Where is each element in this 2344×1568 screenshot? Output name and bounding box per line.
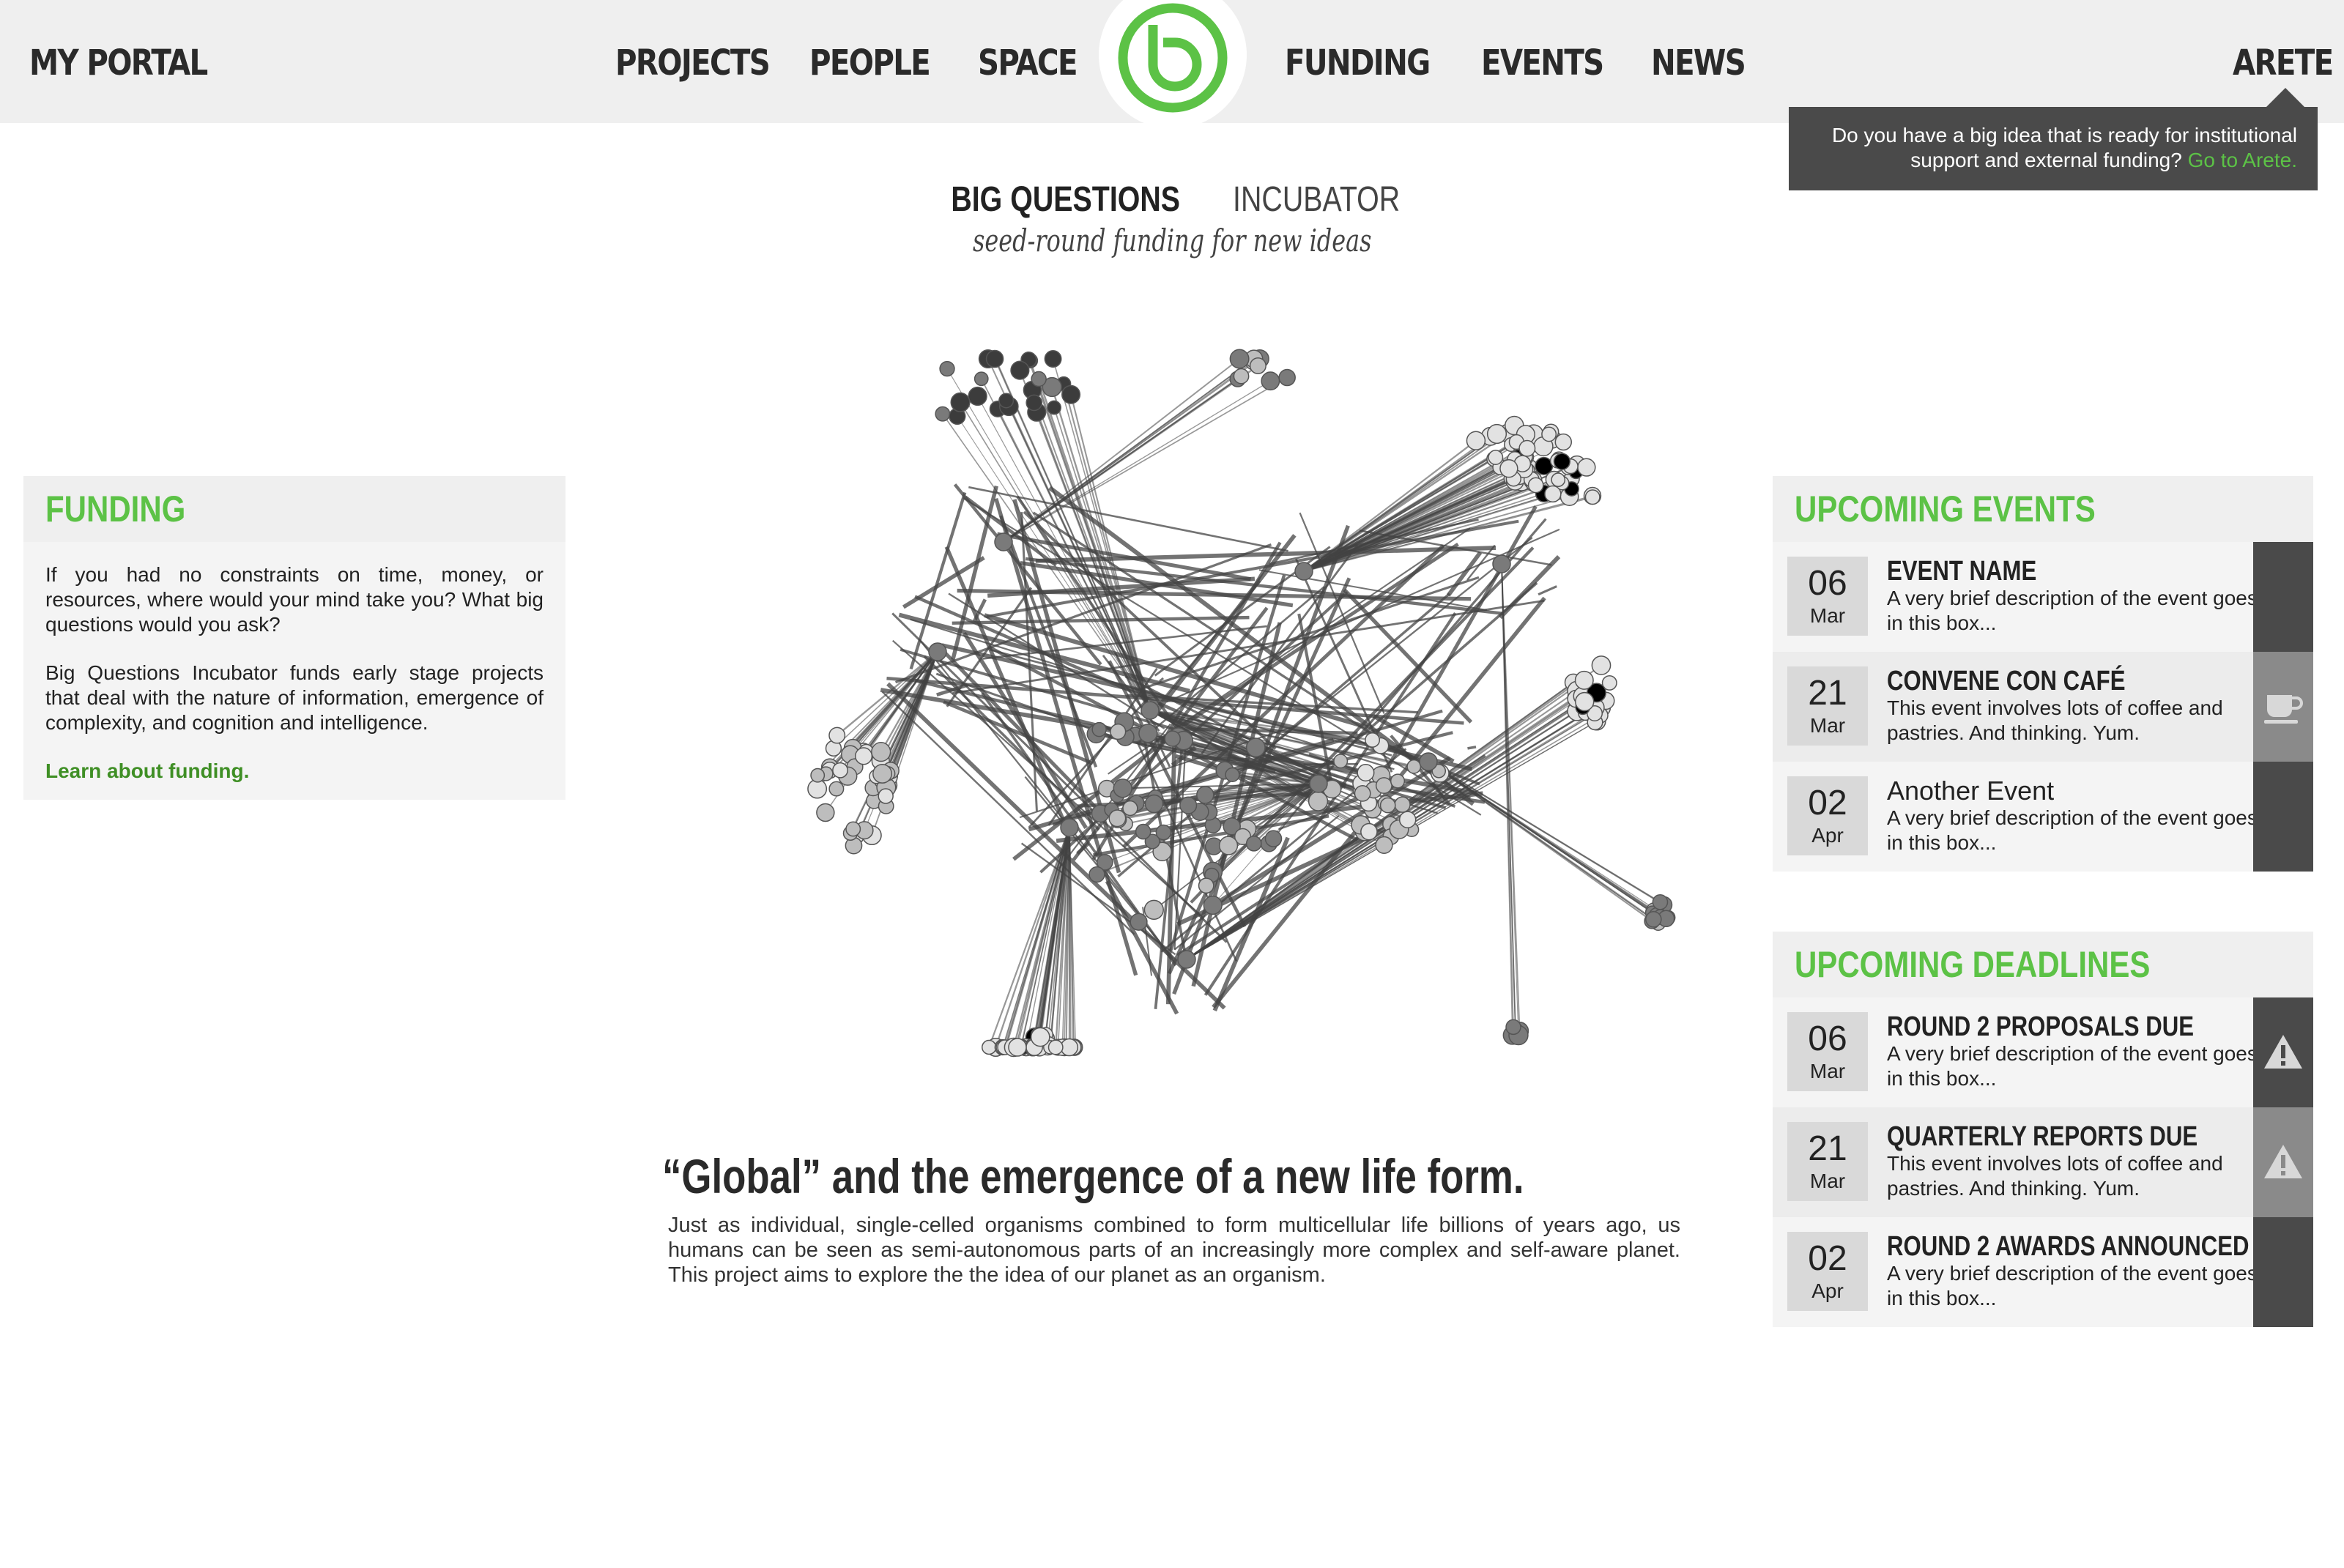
page-title: BIG QUESTIONS INCUBATOR seed-round fundi…	[0, 179, 2344, 261]
nav-funding[interactable]: FUNDING	[1285, 41, 1431, 85]
date-badge: 02 Apr	[1787, 1232, 1868, 1311]
event-description: A very brief description of the event go…	[1887, 587, 2258, 634]
event-side-tab[interactable]	[2253, 762, 2313, 872]
go-to-arete-link[interactable]: Go to Arete.	[2188, 149, 2297, 171]
event-description: A very brief description of the event go…	[1887, 806, 2258, 854]
upcoming-events-panel: UPCOMING EVENTS 06 Mar EVENT NAME A very…	[1773, 476, 2313, 872]
nav-events[interactable]: EVENTS	[1481, 41, 1604, 85]
date-month: Mar	[1809, 604, 1846, 627]
event-side-tab[interactable]	[2253, 542, 2313, 652]
date-day: 02	[1808, 1239, 1847, 1278]
article-body: Just as individual, single-celled organi…	[668, 1214, 1680, 1287]
my-portal-link[interactable]: MY PORTAL	[29, 41, 208, 85]
date-badge: 06 Mar	[1787, 1012, 1868, 1091]
event-title[interactable]: CONVENE CON CAFÉ	[1887, 664, 2125, 699]
deadline-item[interactable]: 06 Mar ROUND 2 PROPOSALS DUE A very brie…	[1773, 997, 2313, 1107]
deadline-item[interactable]: 02 Apr ROUND 2 AWARDS ANNOUNCED A very b…	[1773, 1217, 2313, 1327]
date-badge: 21 Mar	[1787, 1122, 1868, 1201]
deadline-description: This event involves lots of coffee and p…	[1887, 1152, 2223, 1200]
date-month: Apr	[1811, 1279, 1844, 1302]
arete-tooltip: Do you have a big idea that is ready for…	[1789, 107, 2318, 190]
funding-panel: FUNDING If you had no constraints on tim…	[23, 476, 565, 800]
date-month: Mar	[1809, 1060, 1846, 1082]
nav-people[interactable]: PEOPLE	[809, 41, 931, 85]
deadline-title[interactable]: QUARTERLY REPORTS DUE	[1887, 1119, 2198, 1154]
funding-paragraph-2: Big Questions Incubator funds early stag…	[45, 661, 544, 734]
events-panel-header: UPCOMING EVENTS	[1773, 476, 2313, 542]
date-day: 21	[1808, 674, 1847, 713]
event-title[interactable]: EVENT NAME	[1887, 554, 2036, 589]
nav-projects[interactable]: PROJECTS	[615, 41, 771, 85]
event-title[interactable]: Another Event	[1887, 773, 2054, 809]
warning-icon	[2264, 1145, 2302, 1178]
funding-panel-header: FUNDING	[23, 476, 565, 542]
network-graph-image	[807, 349, 1676, 1058]
bq-logo-icon[interactable]	[1099, 0, 1247, 129]
event-item[interactable]: 02 Apr Another Event A very brief descri…	[1773, 762, 2313, 872]
events-heading: UPCOMING EVENTS	[1795, 488, 2096, 530]
deadlines-panel-header: UPCOMING DEADLINES	[1773, 932, 2313, 997]
event-description: This event involves lots of coffee and p…	[1887, 696, 2223, 744]
deadlines-heading: UPCOMING DEADLINES	[1795, 944, 2151, 985]
deadline-title[interactable]: ROUND 2 PROPOSALS DUE	[1887, 1009, 2194, 1044]
date-badge: 02 Apr	[1787, 776, 1868, 855]
event-side-tab[interactable]	[2253, 652, 2313, 762]
date-day: 21	[1808, 1129, 1847, 1168]
page-title-light: INCUBATOR	[1233, 180, 1401, 219]
funding-paragraph-1: If you had no constraints on time, money…	[45, 563, 544, 636]
deadline-side-tab[interactable]	[2253, 997, 2313, 1107]
nav-space[interactable]: SPACE	[978, 41, 1078, 85]
funding-heading: FUNDING	[45, 488, 186, 530]
nav-news[interactable]: NEWS	[1651, 41, 1746, 85]
date-month: Mar	[1809, 714, 1846, 737]
article-title[interactable]: “Global” and the emergence of a new life…	[662, 1147, 1524, 1205]
deadline-description: A very brief description of the event go…	[1887, 1042, 2258, 1090]
upcoming-deadlines-panel: UPCOMING DEADLINES 06 Mar ROUND 2 PROPOS…	[1773, 932, 2313, 1327]
date-month: Mar	[1809, 1170, 1846, 1192]
date-badge: 06 Mar	[1787, 557, 1868, 636]
tooltip-arrow	[2266, 88, 2304, 107]
event-item[interactable]: 21 Mar CONVENE CON CAFÉ This event invol…	[1773, 652, 2313, 762]
deadline-title[interactable]: ROUND 2 AWARDS ANNOUNCED	[1887, 1229, 2250, 1264]
learn-about-funding-link[interactable]: Learn about funding.	[45, 759, 249, 782]
page-subtitle: seed-round funding for new ideas	[972, 223, 1372, 259]
deadline-side-tab[interactable]	[2253, 1107, 2313, 1217]
date-day: 02	[1808, 784, 1847, 822]
page-title-strong: BIG QUESTIONS	[950, 180, 1180, 219]
date-month: Apr	[1811, 824, 1844, 847]
deadline-item[interactable]: 21 Mar QUARTERLY REPORTS DUE This event …	[1773, 1107, 2313, 1217]
date-badge: 21 Mar	[1787, 666, 1868, 746]
event-item[interactable]: 06 Mar EVENT NAME A very brief descripti…	[1773, 542, 2313, 652]
coffee-cup-icon	[2264, 695, 2303, 724]
date-day: 06	[1808, 564, 1847, 603]
deadline-description: A very brief description of the event go…	[1887, 1262, 2258, 1309]
warning-icon	[2264, 1035, 2302, 1069]
deadline-side-tab[interactable]	[2253, 1217, 2313, 1327]
date-day: 06	[1808, 1019, 1847, 1058]
nav-arete[interactable]: ARETE	[2233, 41, 2334, 85]
